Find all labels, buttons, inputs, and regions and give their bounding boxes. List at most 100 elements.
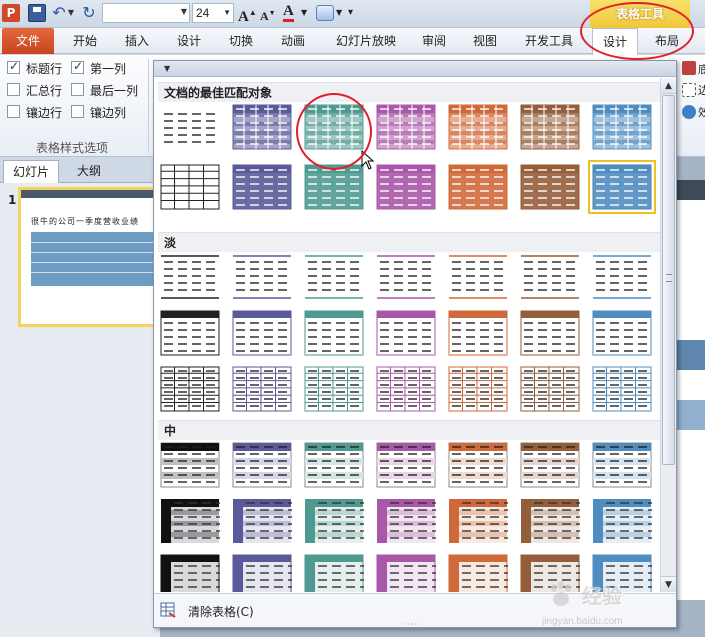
tab-table-layout[interactable]: 布局 [644,28,690,54]
chevron-down-icon[interactable]: ▼ [223,4,231,22]
shading-icon[interactable] [682,61,696,75]
table-style-thumb[interactable] [232,310,292,356]
table-style-thumb[interactable] [592,104,652,150]
table-style-thumb[interactable] [232,254,292,300]
table-style-thumb[interactable] [232,164,292,210]
table-style-thumb[interactable] [376,164,436,210]
table-style-thumb[interactable] [592,442,652,488]
gallery-scrollbar[interactable]: ▲ ▼ [660,78,676,592]
table-style-thumb[interactable] [376,310,436,356]
table-style-thumb[interactable] [304,104,364,150]
undo-dropdown-arrow-icon[interactable]: ▼ [66,4,76,22]
tab-review[interactable]: 审阅 [414,28,454,54]
table-style-thumb[interactable] [160,310,220,356]
table-style-thumb[interactable] [376,366,436,412]
table-style-thumb[interactable] [520,254,580,300]
table-style-thumb[interactable] [304,164,364,210]
font-size-input[interactable]: 24 ▼ [192,3,234,23]
table-style-thumb[interactable] [160,104,220,150]
tab-developer[interactable]: 开发工具 [516,28,582,54]
table-style-thumb[interactable] [304,254,364,300]
banded-rows-checkbox[interactable] [7,105,20,118]
table-style-thumb[interactable] [232,498,292,544]
table-style-thumb[interactable] [376,442,436,488]
tab-design[interactable]: 设计 [168,28,210,54]
borders-label[interactable]: 边 [698,82,705,98]
table-style-thumb[interactable] [520,310,580,356]
table-style-thumb[interactable] [448,164,508,210]
tab-slides[interactable]: 幻灯片 [3,160,59,183]
first-column-checkbox[interactable] [71,59,84,74]
effects-icon[interactable] [682,105,696,119]
tab-slide-show[interactable]: 幻灯片放映 [326,28,406,54]
table-style-thumb[interactable] [520,104,580,150]
redo-icon[interactable]: ↻ [80,4,98,22]
tab-view[interactable]: 视图 [464,28,506,54]
table-style-thumb[interactable] [232,366,292,412]
font-color-dropdown-icon[interactable]: ▼ [301,4,307,22]
table-style-thumb[interactable] [448,254,508,300]
table-style-thumb[interactable] [376,254,436,300]
table-style-thumb[interactable] [160,498,220,544]
customize-toolbar-icon[interactable]: ▾ [348,4,353,22]
table-style-thumb[interactable] [592,366,652,412]
tab-animations[interactable]: 动画 [272,28,314,54]
powerpoint-app-icon[interactable]: P [2,4,20,22]
table-style-thumb[interactable] [448,104,508,150]
shapes-dropdown-icon[interactable]: ▼ [336,4,342,22]
banded-columns-checkbox[interactable] [71,105,84,118]
table-style-thumb[interactable] [232,554,292,592]
table-style-thumb[interactable] [160,254,220,300]
scroll-thumb[interactable] [662,95,675,465]
font-name-input[interactable]: ▼ [102,3,190,23]
clear-table-option[interactable]: 清除表格(C) [188,603,254,620]
chevron-down-icon[interactable]: ▼ [164,61,170,77]
effects-label[interactable]: 效 [698,104,705,120]
table-style-thumb[interactable] [304,310,364,356]
table-style-thumb[interactable] [448,442,508,488]
table-style-thumb[interactable] [376,554,436,592]
table-style-thumb[interactable] [588,160,656,214]
shapes-icon[interactable] [316,5,334,21]
table-style-thumb[interactable] [232,442,292,488]
table-style-thumb[interactable] [520,366,580,412]
save-icon[interactable] [28,4,46,22]
table-style-thumb[interactable] [304,366,364,412]
tab-insert[interactable]: 插入 [116,28,158,54]
table-style-thumb[interactable] [520,442,580,488]
total-row-checkbox[interactable] [7,83,20,96]
table-style-thumb[interactable] [448,554,508,592]
header-row-checkbox[interactable] [7,59,20,74]
table-style-thumb[interactable] [160,366,220,412]
table-style-thumb[interactable] [160,442,220,488]
table-style-thumb[interactable] [448,366,508,412]
chevron-down-icon[interactable]: ▼ [181,7,187,16]
grow-font-button[interactable]: A▲ [238,4,257,25]
table-style-thumb[interactable] [520,164,580,210]
table-style-thumb[interactable] [520,498,580,544]
table-style-thumb[interactable] [160,554,220,592]
tab-outline[interactable]: 大纲 [64,160,114,182]
table-style-thumb[interactable] [304,554,364,592]
tab-home[interactable]: 开始 [64,28,106,54]
font-color-button[interactable]: A [283,4,294,22]
shrink-font-button[interactable]: A▼ [260,4,276,23]
last-column-checkbox[interactable] [71,83,84,96]
table-style-thumb[interactable] [592,310,652,356]
tab-transitions[interactable]: 切换 [220,28,262,54]
table-style-thumb[interactable] [376,498,436,544]
table-style-thumb[interactable] [592,254,652,300]
table-style-thumb[interactable] [448,310,508,356]
tab-table-design[interactable]: 设计 [592,28,638,55]
resize-grip-icon[interactable]: ···· [404,620,418,629]
tab-file[interactable]: 文件 [2,28,54,54]
clear-table-icon[interactable] [160,602,176,618]
table-style-thumb[interactable] [448,498,508,544]
borders-icon[interactable] [682,83,696,97]
table-style-thumb[interactable] [304,442,364,488]
table-style-thumb[interactable] [592,498,652,544]
table-style-thumb[interactable] [304,498,364,544]
table-style-thumb[interactable] [232,104,292,150]
table-style-thumb[interactable] [376,104,436,150]
slide-thumbnail[interactable]: 很牛的公司一季度营收业绩 [18,187,160,327]
